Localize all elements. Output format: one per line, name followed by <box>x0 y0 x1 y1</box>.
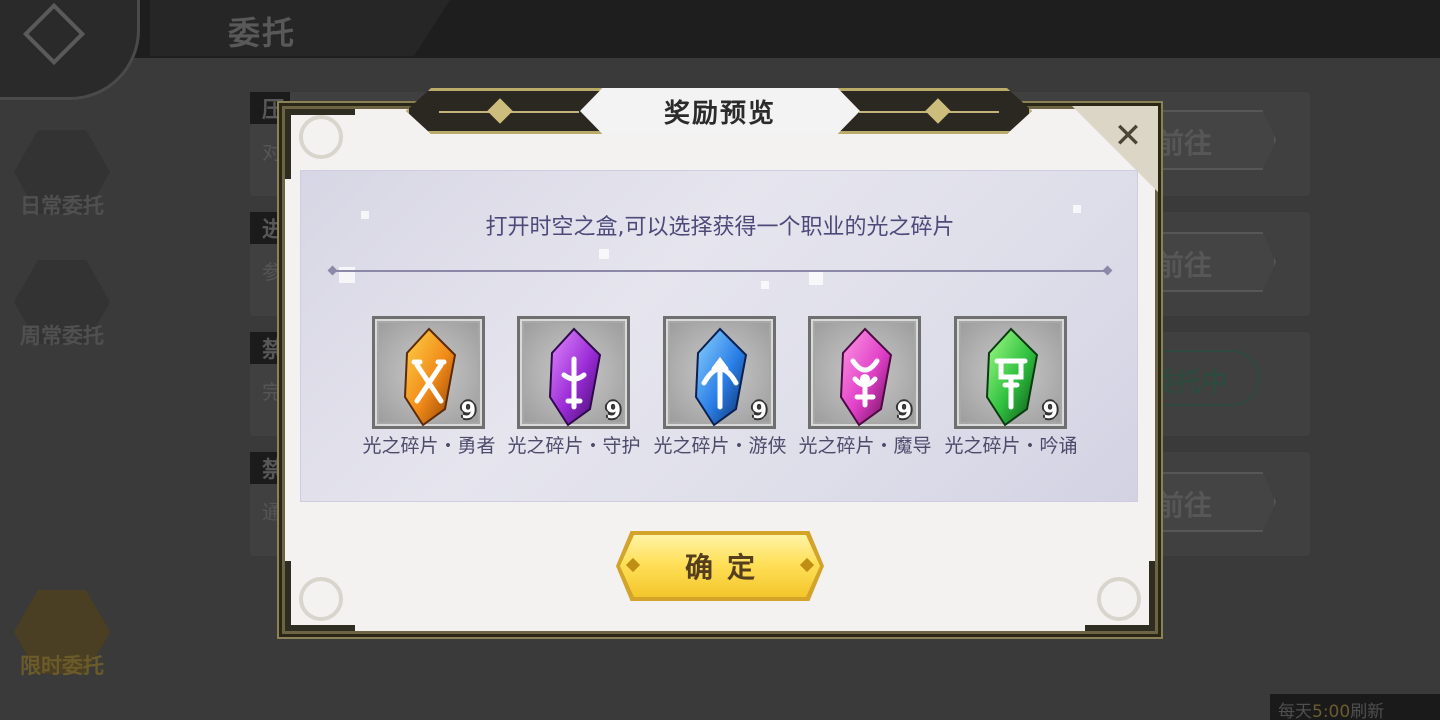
crossed-swords-icon <box>403 327 457 427</box>
page-title: 委托 <box>228 14 297 52</box>
item-count: 9 <box>605 399 621 424</box>
tab-daily-label: 日常委托 <box>20 194 104 218</box>
confirm-button[interactable]: 确定 <box>620 535 820 597</box>
ring-ornament <box>1097 577 1141 621</box>
ring-ornament <box>299 115 343 159</box>
magic-orb-icon <box>839 327 893 427</box>
title-plate <box>150 0 450 56</box>
close-button[interactable]: ✕ <box>1106 114 1150 158</box>
banner-icon <box>985 327 1039 427</box>
reward-item[interactable]: 9 <box>517 316 630 429</box>
tab-daily[interactable]: 日常委托 <box>10 130 114 230</box>
deco-square <box>761 281 769 289</box>
deco-square <box>809 271 823 285</box>
refresh-suffix: 刷新 <box>1350 702 1385 720</box>
reward-item[interactable]: 9 <box>372 316 485 429</box>
task-desc: 完 <box>262 380 282 404</box>
reward-item[interactable]: 9 <box>663 316 776 429</box>
ring-ornament <box>299 577 343 621</box>
sword-icon <box>548 327 602 427</box>
go-button[interactable]: 前往 <box>1140 232 1276 292</box>
confirm-label: 确定 <box>684 551 769 584</box>
item-count: 9 <box>460 399 476 424</box>
item-count: 9 <box>896 399 912 424</box>
reward-item[interactable]: 9 <box>808 316 921 429</box>
reward-description: 打开时空之盒,可以选择获得一个职业的光之碎片 <box>485 215 955 240</box>
item-count: 9 <box>751 399 767 424</box>
refresh-time: 5:00 <box>1312 702 1351 720</box>
item-count: 9 <box>1042 399 1058 424</box>
back-arrow-icon <box>22 2 86 66</box>
refresh-prefix: 每天 <box>1278 702 1312 720</box>
bow-icon <box>694 327 748 427</box>
refresh-info: 每天5:00刷新 <box>1270 694 1440 720</box>
tab-limited-label: 限时委托 <box>20 654 104 678</box>
item-name: 光之碎片・吟诵 <box>944 435 1078 457</box>
go-button[interactable]: 前往 <box>1140 110 1276 170</box>
dialog-title-plate: 奖励预览 <box>580 88 860 134</box>
reward-item[interactable]: 9 <box>954 316 1067 429</box>
tab-limited[interactable]: 限时委托 <box>10 590 114 690</box>
item-name: 光之碎片・游侠 <box>653 435 787 457</box>
header-diamond-icon <box>925 98 951 124</box>
tab-weekly[interactable]: 周常委托 <box>10 260 114 360</box>
header-diamond-icon <box>487 98 513 124</box>
task-desc: 对 <box>262 140 282 164</box>
divider <box>333 270 1107 272</box>
in-progress-badge: 委托中 <box>1140 350 1260 406</box>
task-desc: 通 <box>262 500 282 524</box>
item-name: 光之碎片・守护 <box>507 435 641 457</box>
item-name: 光之碎片・魔导 <box>798 435 932 457</box>
go-button[interactable]: 前往 <box>1140 472 1276 532</box>
item-name: 光之碎片・勇者 <box>362 435 496 457</box>
task-desc: 参 <box>262 260 282 284</box>
tab-weekly-label: 周常委托 <box>20 324 104 348</box>
back-button[interactable] <box>0 0 140 100</box>
deco-square <box>599 249 609 259</box>
dialog-title: 奖励预览 <box>663 98 776 129</box>
